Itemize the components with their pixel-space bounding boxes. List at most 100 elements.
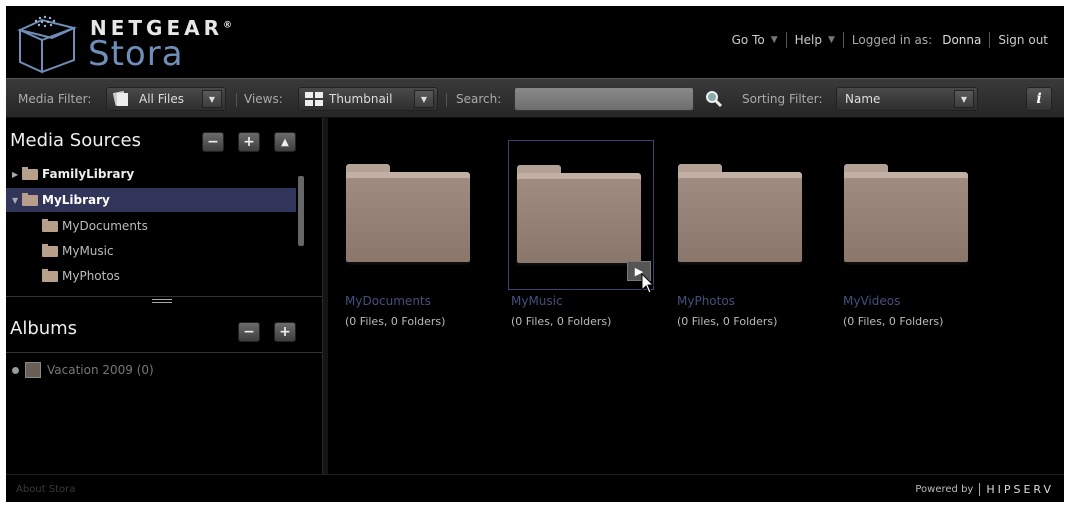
resize-grip[interactable] <box>152 299 172 303</box>
grid-icon <box>305 92 323 106</box>
chevron-down-icon: ▼ <box>12 195 19 205</box>
upload-button[interactable]: ▲ <box>274 132 296 152</box>
folder-name[interactable]: MyVideos <box>843 294 900 308</box>
search-button-wrap <box>704 79 724 119</box>
album-item[interactable]: Vacation 2009 (0) <box>12 362 154 378</box>
signout-link[interactable]: Sign out <box>990 33 1056 47</box>
tree-item-mylibrary[interactable]: ▼ MyLibrary <box>6 188 296 212</box>
powered-by: Powered by HIPSERV <box>915 483 1054 496</box>
tree-item-label: MyLibrary <box>42 193 110 207</box>
toolbar: Media Filter: All Files ▼ Views: Thumbna… <box>6 78 1064 118</box>
tree-item-label: MyMusic <box>62 244 114 258</box>
folder-icon <box>678 164 802 262</box>
folder-tile-myphotos[interactable] <box>670 140 816 290</box>
sorting-filter-label: Sorting Filter: <box>742 92 823 106</box>
tree-item-mymusic[interactable]: MyMusic <box>6 239 296 263</box>
arrow-up-icon: ▲ <box>281 136 289 148</box>
about-link[interactable]: About Stora <box>16 484 75 495</box>
divider <box>6 352 322 353</box>
goto-label: Go To <box>731 33 765 47</box>
folder-icon <box>844 164 968 262</box>
sorting-filter-group-dd: Name ▼ <box>836 79 978 119</box>
chevron-down-icon: ▼ <box>414 90 434 108</box>
tree-item-label: MyDocuments <box>62 219 148 233</box>
remove-album-button[interactable]: − <box>238 322 260 342</box>
album-label: Vacation 2009 (0) <box>47 363 154 377</box>
tree-item-mydocuments[interactable]: MyDocuments <box>6 214 296 238</box>
cursor-icon <box>641 273 655 294</box>
files-icon <box>112 90 128 106</box>
divider <box>446 93 447 107</box>
folder-icon <box>42 268 58 282</box>
trademark-mark: ® <box>223 20 232 31</box>
chevron-down-icon: ▼ <box>202 90 222 108</box>
divider <box>6 296 322 297</box>
powered-label: Powered by <box>915 484 974 495</box>
logged-in-label: Logged in as: <box>851 33 933 47</box>
folder-info: (0 Files, 0 Folders) <box>345 315 446 328</box>
folder-icon <box>22 166 38 180</box>
folder-icon <box>42 218 58 232</box>
sorting-filter-dropdown[interactable]: Name ▼ <box>836 87 978 111</box>
add-source-button[interactable]: + <box>238 132 260 152</box>
sorting-filter-group: Sorting Filter: <box>742 79 823 119</box>
folder-icon <box>346 164 470 262</box>
album-icon <box>25 362 41 378</box>
search-label: Search: <box>456 92 502 106</box>
chevron-right-icon: ▶ <box>12 169 19 179</box>
folder-info: (0 Files, 0 Folders) <box>843 315 944 328</box>
netgear-cube-icon <box>16 15 78 74</box>
tree-item-label: FamilyLibrary <box>42 167 135 181</box>
search-group: Search: <box>456 79 501 119</box>
chevron-down-icon: ▼ <box>954 90 974 108</box>
stora-logo[interactable]: NETGEAR® Stora <box>12 12 232 74</box>
sorting-filter-value: Name <box>845 92 881 106</box>
media-filter-label: Media Filter: <box>18 92 92 106</box>
folder-grid: MyDocuments (0 Files, 0 Folders) ▶ MyMus… <box>328 118 1064 474</box>
goto-menu[interactable]: Go To ▼ <box>724 33 786 47</box>
remove-source-button[interactable]: − <box>202 132 224 152</box>
product-name: Stora <box>88 34 184 74</box>
hipserv-logo: HIPSERV <box>979 483 1054 496</box>
media-filter-group: Media Filter: <box>18 79 91 119</box>
header: NETGEAR® Stora Go To ▼ Help ▼ Logged in … <box>6 6 1064 78</box>
folder-name[interactable]: MyPhotos <box>677 294 735 308</box>
info-wrap: i <box>1026 79 1052 119</box>
tree-item-label: MyPhotos <box>62 269 120 283</box>
info-button[interactable]: i <box>1026 87 1052 111</box>
help-menu[interactable]: Help ▼ <box>787 33 843 47</box>
folder-info: (0 Files, 0 Folders) <box>677 315 778 328</box>
folder-tile-mydocuments[interactable] <box>338 140 484 290</box>
views-dropdown[interactable]: Thumbnail ▼ <box>298 87 438 111</box>
chevron-down-icon: ▼ <box>828 35 835 45</box>
tree-item-familylibrary[interactable]: ▶ FamilyLibrary <box>6 162 296 186</box>
media-filter-value: All Files <box>139 92 185 106</box>
media-filter-dropdown[interactable]: All Files ▼ <box>106 87 226 111</box>
folder-icon <box>42 243 58 257</box>
views-label: Views: <box>244 92 283 106</box>
folder-name[interactable]: MyDocuments <box>345 294 431 308</box>
folder-tile-myvideos[interactable] <box>836 140 982 290</box>
add-album-button[interactable]: + <box>274 322 296 342</box>
tree-item-myphotos[interactable]: MyPhotos <box>6 264 296 288</box>
views-group: Views: <box>244 79 283 119</box>
help-label: Help <box>794 33 822 47</box>
views-group-dd: Thumbnail ▼ <box>298 79 438 119</box>
username: Donna <box>942 33 982 47</box>
folder-tile-mymusic[interactable]: ▶ <box>508 140 655 294</box>
divider <box>236 93 237 107</box>
logged-in-status: Logged in as: Donna <box>844 33 989 47</box>
chevron-down-icon: ▼ <box>770 35 778 45</box>
search-input[interactable] <box>514 87 694 111</box>
albums-title: Albums <box>10 318 78 339</box>
top-navigation: Go To ▼ Help ▼ Logged in as: Donna Sign … <box>724 32 1056 48</box>
bullet-icon <box>12 366 19 374</box>
folder-icon <box>517 165 641 263</box>
app-window: NETGEAR® Stora Go To ▼ Help ▼ Logged in … <box>6 6 1064 502</box>
media-sources-tree: ▶ FamilyLibrary ▼ MyLibrary MyDocuments … <box>6 158 308 290</box>
media-sources-title: Media Sources <box>10 130 141 151</box>
folder-name[interactable]: MyMusic <box>511 294 563 308</box>
left-panel: Media Sources − + ▲ ▶ FamilyLibrary ▼ My… <box>6 118 322 474</box>
tree-scrollbar-thumb[interactable] <box>298 176 304 246</box>
magnifier-icon[interactable] <box>704 89 724 109</box>
